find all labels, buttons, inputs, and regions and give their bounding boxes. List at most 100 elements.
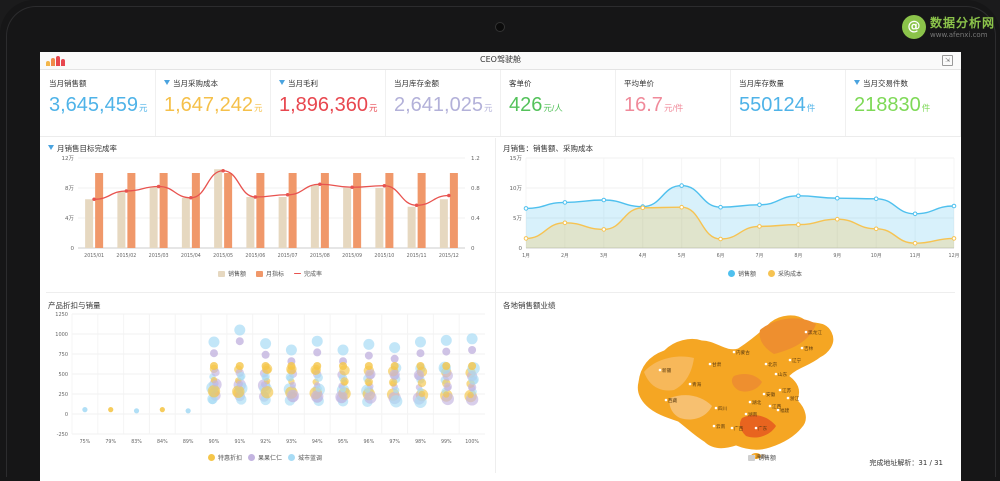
map-marker: [730, 426, 734, 430]
kpi-card[interactable]: 当月交易件数 218830件: [845, 70, 961, 136]
area-point: [523, 236, 529, 241]
bubble: [261, 362, 270, 370]
bubble: [285, 344, 297, 356]
legend-item[interactable]: 特惠折扣: [208, 453, 242, 462]
area-point: [718, 204, 723, 210]
bubble: [260, 385, 274, 399]
filter-icon[interactable]: [279, 80, 285, 85]
bar-sales: [149, 186, 158, 248]
bubble: [413, 369, 425, 381]
bubble: [133, 408, 140, 414]
bubble: [339, 386, 347, 393]
map-marker: [664, 398, 668, 402]
geocode-status: 完成地址解析：31 / 31: [869, 459, 943, 467]
y-tick-label: 1250: [55, 312, 68, 318]
x-tick-label: 11月: [910, 253, 921, 259]
bubble: [235, 337, 244, 346]
legend-item[interactable]: 城市蓝调: [288, 453, 322, 462]
kpi-unit: 元: [368, 103, 378, 113]
kpi-value: 1,896,360元: [279, 94, 378, 117]
x-tick-label: 2015/07: [278, 253, 298, 259]
x-tick-label: 7月: [756, 253, 764, 259]
map-region-label: 北京: [768, 361, 778, 368]
bar-target: [127, 173, 136, 248]
map-marker: [800, 346, 804, 350]
kpi-row: 当月销售额 3,645,459元 当月采购成本 1,647,242元 当月毛利 1,896…: [40, 70, 961, 137]
map-marker: [786, 396, 790, 400]
map-region-label: 新疆: [662, 367, 672, 374]
exit-icon[interactable]: ⇲: [942, 55, 953, 66]
kpi-card[interactable]: 当月销售额 3,645,459元: [40, 70, 156, 136]
x-tick-label: 97%: [389, 439, 400, 445]
legend-item[interactable]: 月指标: [256, 269, 284, 278]
map-region-label: 江西: [772, 403, 782, 410]
kpi-value: 550124件: [739, 94, 815, 117]
dashboard-title: CEO驾驶舱: [480, 55, 521, 64]
bubble: [389, 369, 400, 380]
kpi-card[interactable]: 当月库存金额 2,641,025元: [385, 70, 501, 136]
bubble: [335, 390, 348, 404]
bubble: [237, 371, 246, 381]
kpi-value: 218830件: [854, 94, 930, 117]
bar-target: [256, 173, 265, 248]
china-map[interactable]: 新疆西藏青海甘肃四川内蒙古黑龙江吉林辽宁北京山东江苏安徽湖北湖南广东广西云南海南…: [630, 310, 845, 460]
kpi-label: 当月库存金额: [394, 78, 439, 89]
legend-item[interactable]: 销售额: [728, 269, 756, 278]
area-point: [679, 204, 684, 210]
y2-tick-label: 0.4: [471, 216, 480, 222]
point-completion-rate: [414, 203, 419, 208]
map-marker: [708, 362, 712, 366]
y2-tick-label: 0: [471, 246, 475, 252]
area-point: [679, 183, 684, 188]
bubble: [389, 395, 403, 408]
bubble: [311, 335, 323, 347]
kpi-label-text: 当月采购成本: [173, 79, 218, 88]
x-tick-label: 96%: [364, 439, 375, 445]
brand-url: www.afenxi.com: [930, 31, 988, 39]
bubble: [159, 407, 165, 413]
bubble: [442, 362, 451, 370]
y-tick-label: 4万: [65, 215, 74, 222]
legend-item[interactable]: 采购成本: [768, 269, 802, 278]
filter-icon[interactable]: [164, 80, 170, 85]
bubble: [440, 334, 452, 346]
map-marker: [754, 426, 758, 430]
kpi-label: 当月销售额: [49, 78, 87, 89]
bubble: [212, 380, 219, 387]
area-point: [757, 224, 762, 229]
kpi-card[interactable]: 客单价 426元/人: [500, 70, 616, 136]
kpi-label: 当月毛利: [279, 78, 318, 89]
bubble: [209, 349, 218, 358]
x-tick-label: 2015/04: [181, 253, 201, 259]
map-region-label: 安徽: [766, 391, 776, 398]
bubble: [364, 362, 373, 370]
dashboard-screen: CEO驾驶舱 ⇲ 当月销售额 3,645,459元 当月采购成本 1,647,242元…: [40, 52, 961, 481]
legend-item[interactable]: 完成率: [294, 269, 322, 278]
kpi-card[interactable]: 当月毛利 1,896,360元: [270, 70, 386, 136]
kpi-label: 当月库存数量: [739, 78, 784, 89]
legend-item[interactable]: 销售额: [218, 269, 246, 278]
kpi-card[interactable]: 平均单价 16.7元/件: [615, 70, 731, 136]
map-marker: [774, 372, 778, 376]
map-region-label: 湖北: [752, 399, 762, 406]
bar-target: [353, 173, 362, 248]
kpi-value: 3,645,459元: [49, 94, 148, 117]
map-region-label: 西藏: [668, 397, 678, 404]
title-bar: CEO驾驶舱 ⇲: [40, 52, 961, 70]
legend-label: 果果仁仁: [258, 455, 283, 462]
bubble: [468, 346, 477, 354]
filter-icon[interactable]: [854, 80, 860, 85]
x-tick-label: 1月: [522, 253, 530, 259]
kpi-card[interactable]: 当月采购成本 1,647,242元: [155, 70, 271, 136]
x-tick-label: 83%: [131, 439, 142, 445]
map-marker: [744, 412, 748, 416]
bar-sales: [439, 199, 448, 248]
area-point: [562, 200, 568, 205]
bubble: [416, 349, 425, 358]
bubble: [365, 368, 376, 380]
legend-item[interactable]: 果果仁仁: [248, 453, 282, 462]
kpi-card[interactable]: 当月库存数量 550124件: [730, 70, 846, 136]
area-point: [951, 203, 957, 209]
kpi-unit: 元/件: [663, 103, 684, 113]
legend-item[interactable]: 销售额: [748, 453, 776, 462]
